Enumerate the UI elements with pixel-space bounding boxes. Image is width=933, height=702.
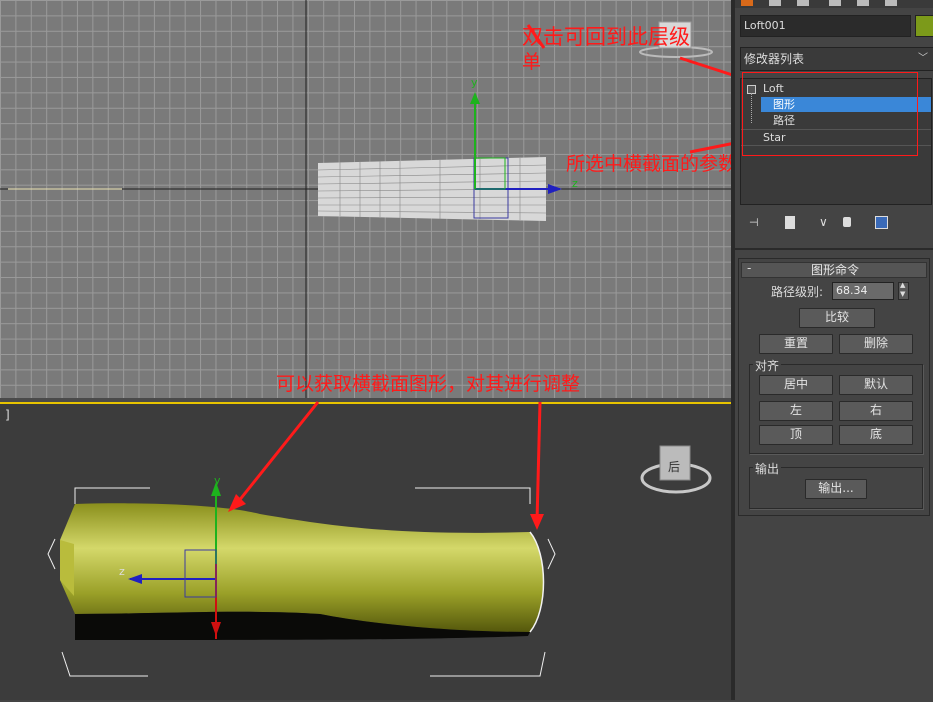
- display-tab-icon[interactable]: [857, 0, 869, 6]
- persp-axis-z-label: z: [119, 565, 125, 578]
- path-level-spinner[interactable]: ▲ ▼: [898, 281, 909, 300]
- persp-axis-y-label: y: [214, 474, 221, 487]
- gizmo-z-arrow: [548, 184, 562, 194]
- annotation-arrows-bottom: [228, 401, 544, 530]
- align-bottom-button[interactable]: 底: [839, 425, 913, 445]
- chevron-down-icon: ﹀: [918, 53, 928, 64]
- remove-modifier-icon[interactable]: [843, 217, 851, 227]
- rollout-header[interactable]: - 图形命令: [741, 261, 927, 278]
- pin-stack-icon[interactable]: ⊣: [749, 216, 765, 229]
- shape-commands-rollout: - 图形命令 路径级别: 68.34 ▲ ▼ 比较 重置 删除 对齐 居中 默认…: [738, 258, 930, 516]
- annotation-click-return-tail: 单: [522, 51, 542, 73]
- align-top-button[interactable]: 顶: [759, 425, 833, 445]
- object-color-swatch[interactable]: [915, 15, 933, 37]
- stack-toolbar: ⊣ ∨: [745, 214, 915, 232]
- output-group-title: 输出: [753, 460, 782, 477]
- object-name-field[interactable]: Loft001: [740, 15, 911, 37]
- command-panel: Loft001 修改器列表 ﹀ Loft 图形 路径 Star ⊣ ∨ - 图形…: [735, 0, 933, 700]
- path-level-input[interactable]: 68.34: [832, 282, 894, 300]
- align-left-button[interactable]: 左: [759, 401, 833, 421]
- top-viewport-scene: [0, 0, 768, 398]
- perspective-viewport[interactable]: ] y z 后: [0, 401, 731, 700]
- align-right-button[interactable]: 右: [839, 401, 913, 421]
- gizmo-y-arrow: [470, 92, 480, 104]
- annotation-get-shape: 可以获取横截面图形，对其进行调整: [276, 373, 581, 395]
- align-center-button[interactable]: 居中: [759, 375, 833, 395]
- show-end-result-icon[interactable]: [785, 216, 795, 229]
- command-panel-tabs[interactable]: [735, 0, 933, 8]
- make-unique-icon[interactable]: ∨: [819, 215, 828, 229]
- hierarchy-tab-icon[interactable]: [797, 0, 809, 6]
- annotation-selected-params: 所选中横截面的参数: [566, 153, 738, 175]
- loft-mesh: [60, 503, 545, 640]
- modify-tab-icon[interactable]: [769, 0, 781, 6]
- align-default-button[interactable]: 默认: [839, 375, 913, 395]
- compare-button[interactable]: 比较: [799, 308, 875, 328]
- utilities-tab-icon[interactable]: [885, 0, 897, 6]
- configure-modifier-sets-icon[interactable]: [875, 216, 888, 229]
- top-axis-z-label: z: [572, 177, 578, 190]
- viewcube-face-label: 后: [668, 460, 681, 474]
- modifier-list-label: 修改器列表: [744, 52, 805, 66]
- top-viewport[interactable]: y z 双击可回到此层级 单 所选中横截面的参数: [0, 0, 768, 398]
- spinner-down-icon[interactable]: ▼: [900, 290, 905, 298]
- spinner-up-icon[interactable]: ▲: [900, 281, 905, 289]
- annotation-click-return: 双击可回到此层级: [522, 25, 690, 49]
- top-axis-y-label: y: [471, 76, 478, 89]
- output-button[interactable]: 输出...: [805, 479, 867, 499]
- motion-tab-icon[interactable]: [829, 0, 841, 6]
- align-group-title: 对齐: [753, 357, 782, 374]
- panel-separator: [735, 248, 933, 250]
- create-tab-icon[interactable]: [741, 0, 753, 6]
- rollout-title: 图形命令: [810, 263, 859, 277]
- reset-button[interactable]: 重置: [759, 334, 833, 354]
- delete-button[interactable]: 删除: [839, 334, 913, 354]
- modifier-list-dropdown[interactable]: 修改器列表 ﹀: [740, 47, 933, 71]
- path-level-label: 路径级别:: [771, 285, 824, 299]
- annotation-highlight-box: [742, 72, 918, 156]
- perspective-scene: [47, 401, 712, 677]
